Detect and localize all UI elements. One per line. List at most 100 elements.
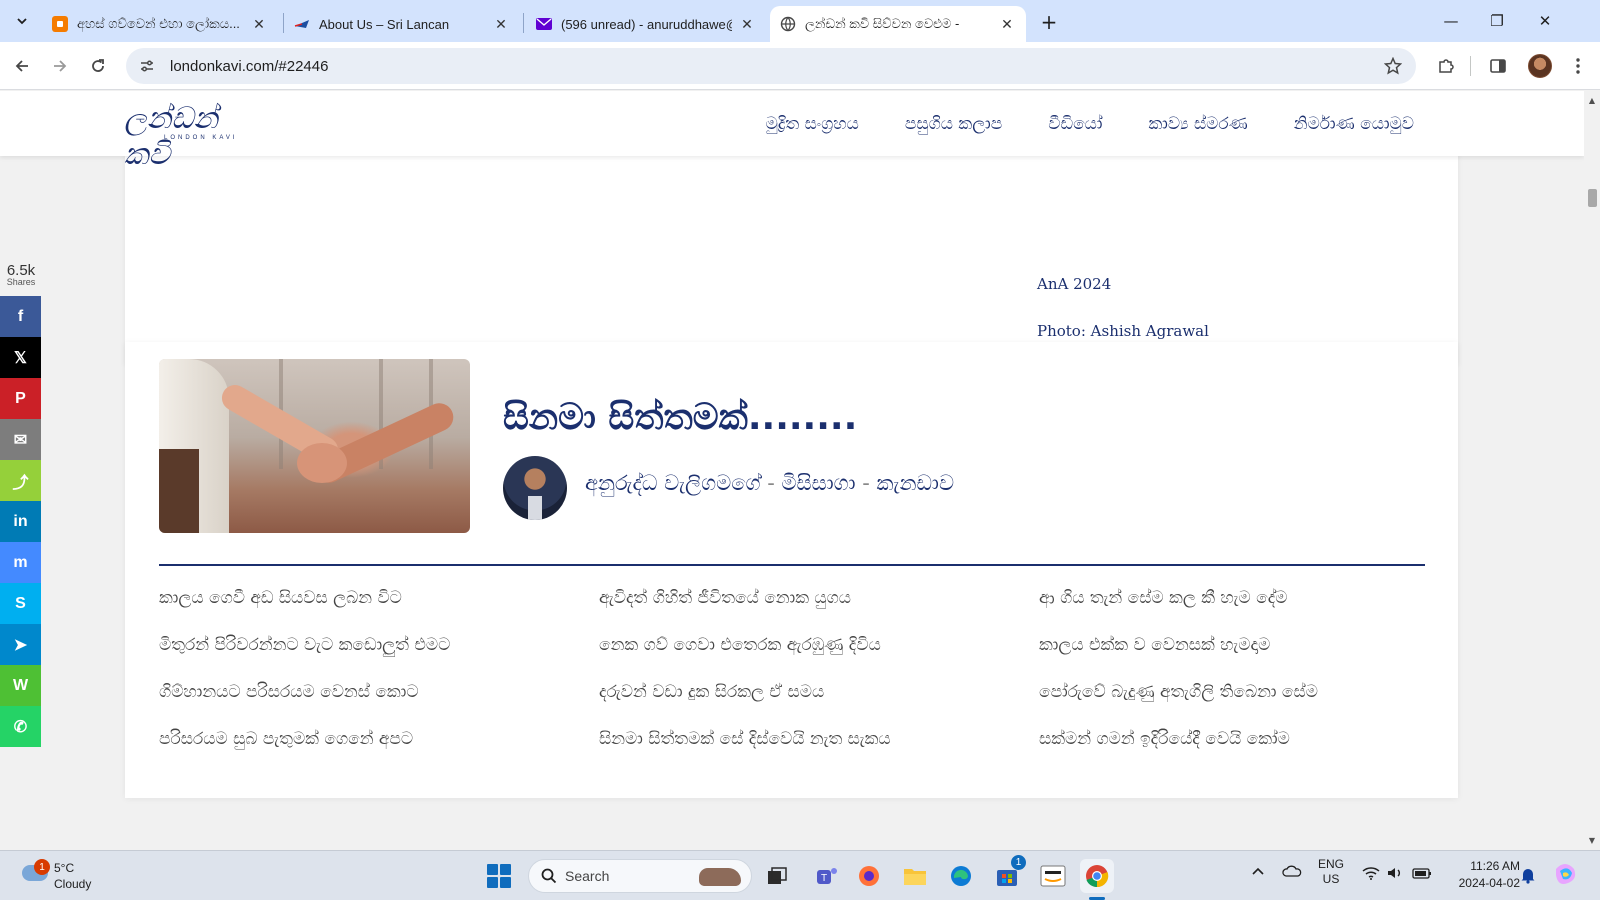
browser-tab-2[interactable]: About Us – Sri Lancan ✕ [284, 6, 520, 42]
sharethis-icon: ⤴ [12, 474, 29, 492]
wechat-share-button[interactable]: W [0, 665, 41, 706]
cloud-icon [1282, 865, 1302, 877]
nav-videos[interactable]: වීඩියෝ [1048, 114, 1102, 134]
copilot-button[interactable] [1552, 861, 1578, 890]
browser-tab-4-active[interactable]: ලන්ඩන් කවි සිව්වන වෙළුම - ✕ [770, 6, 1026, 42]
chrome-icon [1086, 865, 1109, 888]
minimize-button[interactable]: — [1436, 8, 1466, 34]
task-view-button[interactable] [760, 859, 794, 893]
email-share-button[interactable]: ✉ [0, 419, 41, 460]
language-code: ENG [1318, 857, 1345, 871]
tab-search-button[interactable] [8, 8, 36, 34]
poem-line: නෙක ගව් ගෙවා එතෙරක ඇරඹුණු දිවිය [599, 635, 881, 655]
new-tab-button[interactable]: + [1036, 9, 1062, 35]
close-window-button[interactable]: ✕ [1530, 8, 1560, 34]
language-indicator[interactable]: ENG US [1318, 857, 1344, 887]
site-logo[interactable]: ලන්ඩන් කවි LONDON KAVI [124, 101, 254, 172]
arrow-left-icon [15, 60, 28, 72]
author-byline: අනුරුද්ධ වැලිගමගේ - මිසිසාගා - කැනඩාව [585, 471, 954, 496]
weather-widget[interactable]: 1 5°C Cloudy [18, 859, 128, 895]
wifi-tray[interactable] [1362, 866, 1380, 883]
nav-printed-collection[interactable]: මුද්‍රිත සංග්‍රහය [766, 114, 859, 134]
poem-line: කාලය ගෙවී අඩ සියවස ලබන විට [159, 588, 402, 608]
search-icon [541, 868, 557, 884]
close-icon[interactable]: ✕ [250, 15, 268, 33]
address-bar[interactable]: londonkavi.com/#22446 [126, 48, 1416, 84]
x-icon: 𝕏 [14, 349, 27, 367]
forward-button[interactable] [46, 52, 74, 80]
poem-title[interactable]: සිනමා සිත්තමක්........ [503, 397, 857, 439]
volume-tray[interactable] [1386, 866, 1404, 883]
bing-highlight-icon [699, 868, 741, 886]
poem-line: ආ ගිය තැන් සේම කල කී හැම දේම [1039, 588, 1288, 608]
chrome-app[interactable] [1080, 859, 1114, 893]
system-clock[interactable]: 11:26 AM 2024-04-02 [1440, 858, 1520, 892]
weather-condition: Cloudy [54, 877, 92, 891]
extensions-button[interactable] [1432, 52, 1460, 80]
close-icon[interactable]: ✕ [738, 15, 756, 33]
store-badge: 1 [1011, 855, 1026, 870]
windows-logo-icon [487, 864, 511, 888]
teams-app[interactable]: T [810, 859, 844, 893]
site-info-icon[interactable] [134, 53, 160, 79]
nav-previous-issues[interactable]: පසුගිය කලාප [905, 114, 1002, 134]
previous-poem-card: AnA 2024 Photo: Ashish Agrawal [125, 141, 1458, 365]
browser-menu-button[interactable] [1564, 52, 1592, 80]
x-share-button[interactable]: 𝕏 [0, 337, 41, 378]
nav-poetry-memorials[interactable]: කාව්‍ය ස්මරණ [1148, 114, 1247, 134]
main-nav: මුද්‍රිත සංග්‍රහය පසුගිය කලාප වීඩියෝ කාව… [720, 91, 1414, 156]
battery-tray[interactable] [1412, 866, 1432, 883]
pinterest-share-button[interactable]: P [0, 378, 41, 419]
messenger-share-button[interactable]: m [0, 542, 41, 583]
profile-avatar[interactable] [1528, 54, 1552, 78]
bookmark-star-icon[interactable] [1380, 53, 1406, 79]
scroll-up-arrow-icon[interactable]: ▲ [1584, 93, 1600, 107]
side-panel-button[interactable] [1484, 52, 1512, 80]
edge-app[interactable] [944, 859, 978, 893]
scroll-thumb[interactable] [1588, 189, 1597, 207]
search-label: Search [565, 868, 610, 884]
back-button[interactable] [8, 52, 36, 80]
facebook-share-button[interactable]: f [0, 296, 41, 337]
browser-tab-1[interactable]: අහස් ගව්වෙන් එහා ලෝකය... ✕ [42, 6, 278, 42]
nav-submissions[interactable]: නිර්මාණ යොමුව [1294, 114, 1414, 134]
tab-separator [523, 13, 524, 33]
page-scrollbar[interactable]: ▲ ▼ [1584, 91, 1600, 849]
reload-button[interactable] [84, 52, 112, 80]
start-button[interactable] [482, 859, 516, 893]
close-icon: ✕ [1538, 12, 1552, 30]
file-explorer-app[interactable] [898, 859, 932, 893]
poem-divider [159, 564, 1425, 566]
skype-share-button[interactable]: S [0, 583, 41, 624]
byline-separator: - [855, 471, 877, 495]
taskbar-search-box[interactable]: Search [528, 859, 752, 893]
wifi-icon [1362, 867, 1380, 880]
sharethis-share-button[interactable]: ⤴ [0, 460, 41, 501]
firefox-app[interactable] [852, 859, 886, 893]
photo-credit: Photo: Ashish Agrawal [1037, 322, 1209, 340]
tab-title: About Us – Sri Lancan [319, 16, 450, 32]
poem-line: ඇවිදත් ගිහිත් ජීවිතයේ නොක යුගය [599, 588, 851, 608]
poem-line: කාලය එක්ක ව වෙනසක් හැමදාම [1039, 635, 1271, 655]
browser-tab-3[interactable]: (596 unread) - anuruddhawe@y ✕ [526, 6, 766, 42]
close-icon[interactable]: ✕ [998, 15, 1016, 33]
notifications-button[interactable] [1520, 866, 1536, 887]
linkedin-share-button[interactable]: in [0, 501, 41, 542]
amazon-app[interactable] [1036, 859, 1070, 893]
telegram-share-button[interactable]: ➤ [0, 624, 41, 665]
share-label: Shares [6, 277, 36, 287]
byline-separator: - [760, 471, 782, 495]
whatsapp-share-button[interactable]: ✆ [0, 706, 41, 747]
onedrive-tray[interactable] [1282, 865, 1302, 880]
author-avatar[interactable] [503, 456, 567, 520]
clock-time: 11:26 AM [1470, 859, 1520, 873]
store-app[interactable]: 1 [990, 855, 1026, 893]
author-name[interactable]: අනුරුද්ධ වැලිගමගේ [585, 471, 761, 495]
close-icon[interactable]: ✕ [492, 15, 510, 33]
side-panel-icon [1490, 59, 1506, 73]
show-hidden-icons-button[interactable] [1252, 865, 1264, 879]
restore-button[interactable]: ❐ [1482, 8, 1512, 34]
puzzle-icon [1439, 59, 1454, 73]
linkedin-icon: in [13, 512, 28, 530]
scroll-down-arrow-icon[interactable]: ▼ [1584, 833, 1600, 847]
